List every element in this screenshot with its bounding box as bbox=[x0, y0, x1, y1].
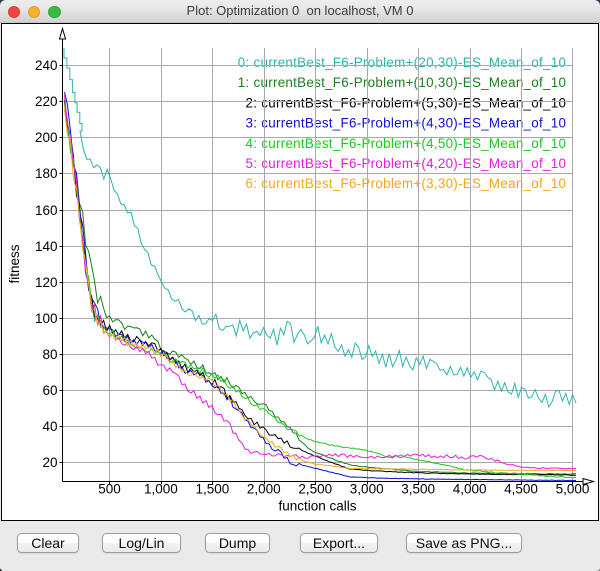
svg-text:3: currentBest_F6-Problem+(4,3: 3: currentBest_F6-Problem+(4,30)-ES_Mean… bbox=[246, 116, 567, 131]
svg-text:100: 100 bbox=[35, 311, 58, 326]
svg-text:1,000: 1,000 bbox=[144, 482, 178, 497]
svg-text:180: 180 bbox=[35, 166, 58, 181]
svg-text:fitness: fitness bbox=[7, 244, 22, 283]
svg-text:6: currentBest_F6-Problem+(3,3: 6: currentBest_F6-Problem+(3,30)-ES_Mean… bbox=[246, 176, 567, 191]
svg-text:3,000: 3,000 bbox=[350, 482, 384, 497]
svg-text:5: currentBest_F6-Problem+(4,2: 5: currentBest_F6-Problem+(4,20)-ES_Mean… bbox=[246, 156, 567, 171]
svg-text:4,000: 4,000 bbox=[453, 482, 487, 497]
svg-text:1: currentBest_F6-Problem+(10,: 1: currentBest_F6-Problem+(10,30)-ES_Mea… bbox=[238, 75, 566, 90]
svg-text:240: 240 bbox=[35, 58, 58, 73]
svg-text:0: currentBest_F6-Problem+(20,: 0: currentBest_F6-Problem+(20,30)-ES_Mea… bbox=[238, 55, 566, 70]
svg-text:120: 120 bbox=[35, 275, 58, 290]
svg-text:220: 220 bbox=[35, 94, 58, 109]
svg-text:200: 200 bbox=[35, 130, 58, 145]
svg-text:60: 60 bbox=[42, 383, 57, 398]
svg-text:4: currentBest_F6-Problem+(4,5: 4: currentBest_F6-Problem+(4,50)-ES_Mean… bbox=[246, 136, 567, 151]
svg-text:160: 160 bbox=[35, 203, 58, 218]
svg-text:2: currentBest_F6-Problem+(5,3: 2: currentBest_F6-Problem+(5,30)-ES_Mean… bbox=[246, 95, 567, 110]
svg-text:40: 40 bbox=[42, 419, 57, 434]
svg-text:140: 140 bbox=[35, 239, 58, 254]
svg-text:20: 20 bbox=[42, 455, 57, 470]
svg-text:function calls: function calls bbox=[278, 499, 356, 514]
svg-text:2,000: 2,000 bbox=[247, 482, 281, 497]
svg-text:80: 80 bbox=[42, 347, 57, 362]
